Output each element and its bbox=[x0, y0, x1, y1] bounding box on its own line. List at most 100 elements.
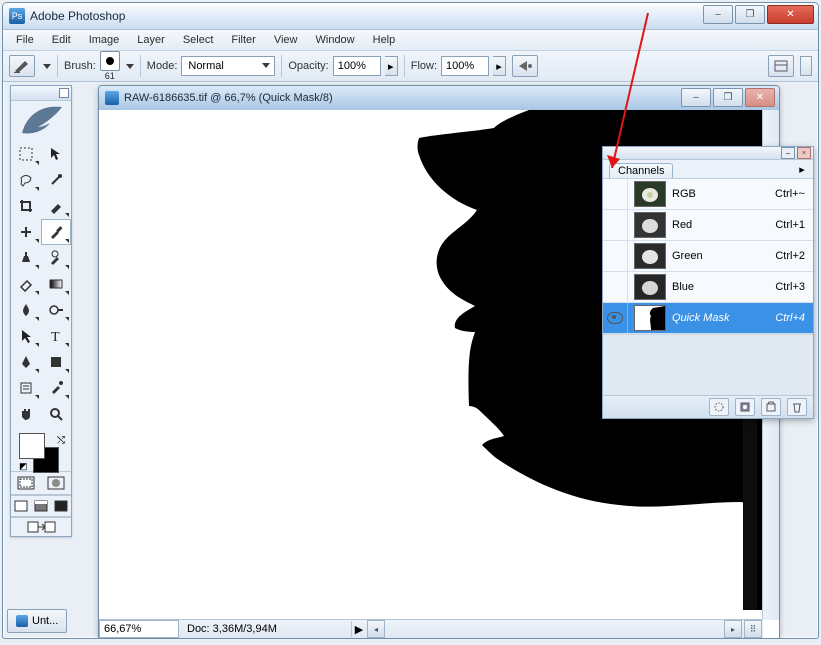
visibility-toggle[interactable] bbox=[603, 272, 628, 302]
menu-layer[interactable]: Layer bbox=[128, 32, 174, 48]
menu-filter[interactable]: Filter bbox=[222, 32, 264, 48]
visibility-toggle[interactable] bbox=[603, 210, 628, 240]
opacity-stepper[interactable]: ▸ bbox=[385, 56, 398, 76]
blend-mode-select[interactable]: Normal bbox=[181, 56, 275, 76]
palette-well-toggle[interactable] bbox=[800, 56, 812, 76]
scroll-right-button[interactable]: ▸ bbox=[724, 620, 742, 638]
doc-close-button[interactable]: ✕ bbox=[745, 88, 775, 107]
channel-row-blue[interactable]: Blue Ctrl+3 bbox=[603, 272, 813, 303]
maximize-button[interactable]: ❐ bbox=[735, 5, 765, 24]
doc-minimize-button[interactable]: – bbox=[681, 88, 711, 107]
path-select-tool[interactable] bbox=[11, 323, 41, 349]
slice-tool[interactable] bbox=[41, 193, 71, 219]
panel-top[interactable]: – × bbox=[603, 147, 813, 160]
status-menu-icon[interactable]: ▶ bbox=[352, 623, 366, 636]
channels-tab[interactable]: Channels bbox=[609, 163, 673, 178]
magic-wand-tool[interactable] bbox=[41, 167, 71, 193]
full-screen-menubar-button[interactable] bbox=[31, 496, 51, 516]
panel-close-icon[interactable]: × bbox=[797, 147, 811, 159]
panel-menu-icon[interactable]: ▸ bbox=[795, 162, 809, 176]
menu-edit[interactable]: Edit bbox=[43, 32, 80, 48]
scroll-left-button[interactable]: ◂ bbox=[367, 620, 385, 638]
app-icon-label: Ps bbox=[12, 11, 23, 21]
marquee-tool[interactable] bbox=[11, 141, 41, 167]
opacity-field[interactable]: 100% bbox=[333, 56, 381, 76]
shape-tool[interactable] bbox=[41, 349, 71, 375]
crop-tool[interactable] bbox=[11, 193, 41, 219]
panel-minimize-icon[interactable]: – bbox=[781, 147, 795, 159]
channel-row-green[interactable]: Green Ctrl+2 bbox=[603, 241, 813, 272]
new-channel-icon[interactable] bbox=[761, 398, 781, 416]
load-selection-icon[interactable] bbox=[709, 398, 729, 416]
brushes-palette-button[interactable] bbox=[768, 55, 794, 77]
eraser-tool[interactable] bbox=[11, 271, 41, 297]
horizontal-scroll-track[interactable] bbox=[386, 622, 723, 636]
toolbox-grip[interactable] bbox=[11, 86, 71, 101]
menu-file[interactable]: File bbox=[7, 32, 43, 48]
zoom-field[interactable]: 66,67% bbox=[99, 620, 179, 638]
brush-label: Brush: bbox=[64, 60, 96, 72]
lasso-tool[interactable] bbox=[11, 167, 41, 193]
quick-mask-mode-button[interactable] bbox=[41, 472, 71, 494]
resize-grip[interactable]: ⠿ bbox=[744, 620, 762, 638]
tool-preset-dropdown-icon[interactable] bbox=[43, 64, 51, 69]
delete-channel-icon[interactable] bbox=[787, 398, 807, 416]
hand-tool[interactable] bbox=[11, 401, 41, 427]
gradient-tool[interactable] bbox=[41, 271, 71, 297]
foreground-color[interactable] bbox=[19, 433, 45, 459]
tool-preset-picker[interactable] bbox=[9, 55, 35, 77]
photoshop-logo bbox=[11, 101, 71, 141]
channel-name: Green bbox=[672, 250, 775, 262]
menu-help[interactable]: Help bbox=[364, 32, 405, 48]
zoom-tool[interactable] bbox=[41, 401, 71, 427]
flow-stepper[interactable]: ▸ bbox=[493, 56, 506, 76]
channel-row-quick-mask[interactable]: Quick Mask Ctrl+4 bbox=[603, 303, 813, 334]
opacity-label: Opacity: bbox=[288, 60, 328, 72]
channel-row-red[interactable]: Red Ctrl+1 bbox=[603, 210, 813, 241]
doc-sizes[interactable]: Doc: 3,36M/3,94M bbox=[183, 621, 352, 637]
close-button[interactable]: ✕ bbox=[767, 5, 814, 24]
menu-image[interactable]: Image bbox=[80, 32, 129, 48]
minimize-button[interactable]: – bbox=[703, 5, 733, 24]
doc-tab-label: Unt... bbox=[32, 615, 58, 627]
doc-tab[interactable]: Unt... bbox=[7, 609, 67, 633]
window-controls: – ❐ ✕ bbox=[703, 5, 814, 24]
visibility-toggle[interactable] bbox=[603, 241, 628, 271]
brush-tool[interactable] bbox=[41, 219, 71, 245]
document-titlebar[interactable]: RAW-6186635.tif @ 66,7% (Quick Mask/8) –… bbox=[99, 86, 779, 111]
eyedropper-tool[interactable] bbox=[41, 375, 71, 401]
menu-select[interactable]: Select bbox=[174, 32, 223, 48]
brush-picker[interactable]: Brush: 61 bbox=[64, 51, 134, 81]
type-tool[interactable]: T bbox=[41, 323, 71, 349]
save-selection-icon[interactable] bbox=[735, 398, 755, 416]
swap-colors-icon[interactable]: ⤭ bbox=[57, 435, 65, 446]
panel-tab-row: Channels ▸ bbox=[603, 160, 813, 178]
airbrush-toggle[interactable] bbox=[512, 55, 538, 77]
pen-tool[interactable] bbox=[11, 349, 41, 375]
move-tool[interactable] bbox=[41, 141, 71, 167]
standard-screen-button[interactable] bbox=[11, 496, 31, 516]
menu-view[interactable]: View bbox=[265, 32, 307, 48]
svg-text:T: T bbox=[51, 330, 60, 344]
separator bbox=[404, 55, 405, 77]
history-brush-tool[interactable] bbox=[41, 245, 71, 271]
standard-mode-button[interactable] bbox=[11, 472, 41, 494]
channel-shortcut: Ctrl+2 bbox=[775, 250, 813, 262]
dodge-tool[interactable] bbox=[41, 297, 71, 323]
blur-tool[interactable] bbox=[11, 297, 41, 323]
menu-window[interactable]: Window bbox=[307, 32, 364, 48]
channel-thumb bbox=[634, 305, 666, 331]
full-screen-button[interactable] bbox=[51, 496, 71, 516]
visibility-toggle[interactable] bbox=[603, 179, 628, 209]
clone-stamp-tool[interactable] bbox=[11, 245, 41, 271]
opacity-value: 100% bbox=[338, 60, 366, 72]
healing-brush-tool[interactable] bbox=[11, 219, 41, 245]
visibility-toggle[interactable] bbox=[603, 303, 628, 333]
flow-label: Flow: bbox=[411, 60, 437, 72]
doc-maximize-button[interactable]: ❐ bbox=[713, 88, 743, 107]
notes-tool[interactable] bbox=[11, 375, 41, 401]
default-colors-icon[interactable]: ◩ bbox=[19, 461, 29, 471]
channel-row-rgb[interactable]: RGB Ctrl+~ bbox=[603, 179, 813, 210]
jump-to-imageready-button[interactable] bbox=[11, 517, 71, 536]
flow-field[interactable]: 100% bbox=[441, 56, 489, 76]
